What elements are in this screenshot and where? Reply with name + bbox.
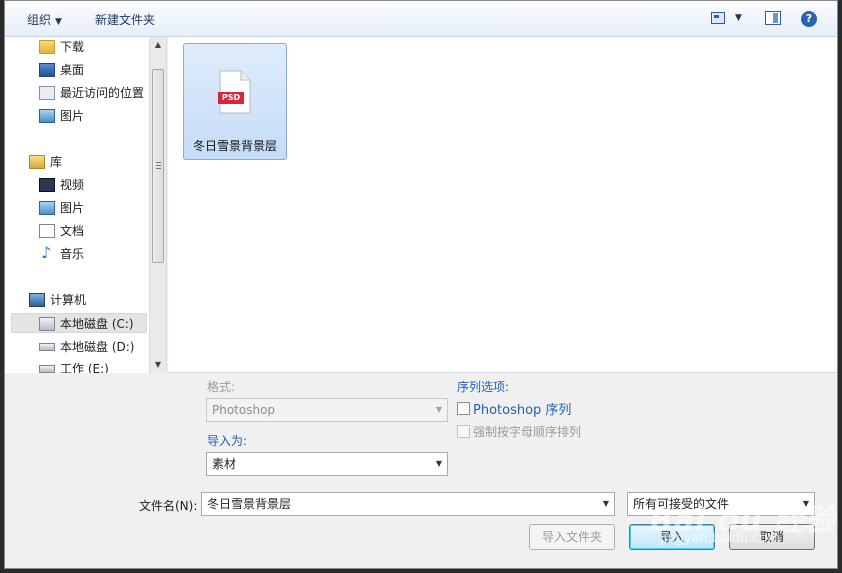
- scroll-up-icon[interactable]: ▲: [150, 37, 166, 53]
- computer-icon: [29, 293, 45, 307]
- view-options-chevron-icon[interactable]: ▼: [735, 13, 742, 23]
- chevron-down-icon: ▼: [55, 17, 62, 27]
- toolbar: 组织 ▼ 新建文件夹 ▼ ?: [5, 1, 837, 37]
- import-button[interactable]: 导入: [629, 524, 715, 550]
- file-item-psd[interactable]: PSD 冬日雪景背景层: [183, 43, 287, 160]
- scrollbar-thumb[interactable]: [152, 69, 164, 263]
- alphabetical-order-label: 强制按字母顺序排列: [473, 425, 582, 439]
- nav-item-documents[interactable]: 文档: [39, 221, 149, 241]
- nav-item-pictures-fav[interactable]: 图片: [39, 106, 149, 126]
- filename-input[interactable]: 冬日雪景背景层 ▼: [201, 492, 615, 516]
- file-list: PSD 冬日雪景背景层: [168, 37, 837, 373]
- import-as-select[interactable]: 素材 ▼: [206, 452, 448, 476]
- new-folder-button[interactable]: 新建文件夹: [95, 11, 155, 28]
- grip-icon: [156, 162, 161, 169]
- sequence-options-label: 序列选项:: [457, 380, 510, 394]
- format-label: 格式:: [207, 380, 236, 394]
- documents-icon: [39, 224, 55, 238]
- change-view-icon[interactable]: [711, 12, 725, 24]
- pictures-icon: [39, 201, 55, 215]
- preview-pane-icon[interactable]: [765, 11, 781, 25]
- navigation-pane: 下载 桌面 最近访问的位置 图片 库 视频 图片 文档 ♪ 音乐 计算机 本地磁…: [5, 37, 167, 373]
- nav-item-label: 库: [50, 155, 63, 169]
- photoshop-sequence-checkbox[interactable]: [457, 402, 470, 415]
- drive-icon: [39, 365, 55, 373]
- file-name: 冬日雪景背景层: [192, 139, 277, 153]
- nav-item-label: 下载: [60, 40, 85, 54]
- nav-item-videos[interactable]: 视频: [39, 175, 149, 195]
- nav-item-drive-d[interactable]: 本地磁盘 (D:): [39, 337, 149, 357]
- pictures-icon: [39, 109, 55, 123]
- chevron-down-icon: ▼: [802, 499, 809, 508]
- nav-item-label: 图片: [60, 201, 85, 215]
- chevron-down-icon: ▼: [435, 405, 442, 414]
- import-as-label: 导入为:: [207, 434, 248, 448]
- nav-item-label: 图片: [60, 109, 85, 123]
- nav-item-desktop[interactable]: 桌面: [39, 60, 149, 80]
- file-type-badge: PSD: [221, 93, 241, 102]
- libraries-icon: [29, 155, 45, 169]
- nav-item-label: 音乐: [60, 247, 85, 261]
- format-value: Photoshop: [212, 403, 276, 417]
- nav-scrollbar[interactable]: ▲ ▼: [149, 37, 166, 373]
- videos-icon: [39, 178, 55, 192]
- nav-item-drive-c[interactable]: 本地磁盘 (C:): [11, 313, 147, 333]
- downloads-folder-icon: [39, 40, 55, 54]
- filename-value: 冬日雪景背景层: [207, 497, 292, 511]
- nav-item-label: 文档: [60, 224, 85, 238]
- chevron-down-icon: ▼: [602, 499, 609, 508]
- chevron-down-icon: ▼: [435, 459, 442, 468]
- filename-label: 文件名(N):: [139, 499, 198, 513]
- nav-item-recent-places[interactable]: 最近访问的位置: [39, 83, 149, 103]
- nav-item-pictures-lib[interactable]: 图片: [39, 198, 149, 218]
- help-icon[interactable]: ?: [801, 11, 817, 27]
- import-file-dialog: 组织 ▼ 新建文件夹 ▼ ? 下载 桌面 最近访问的位置 图片 库 视频 图片 …: [4, 0, 838, 569]
- import-as-value: 素材: [212, 457, 237, 471]
- system-drive-icon: [39, 317, 55, 331]
- music-icon: [39, 243, 55, 263]
- drive-icon: [39, 343, 55, 351]
- organize-label: 组织: [27, 13, 52, 27]
- nav-item-drive-e[interactable]: 工作 (E:): [39, 359, 149, 373]
- organize-button[interactable]: 组织 ▼: [27, 11, 62, 28]
- nav-item-label: 视频: [60, 178, 85, 192]
- nav-item-label: 本地磁盘 (C:): [60, 317, 134, 331]
- cancel-button[interactable]: 取消: [729, 524, 815, 550]
- alphabetical-order-checkbox[interactable]: [457, 425, 470, 438]
- nav-item-label: 最近访问的位置: [60, 86, 145, 100]
- nav-item-label: 桌面: [60, 63, 85, 77]
- nav-item-label: 计算机: [50, 293, 87, 307]
- import-folder-button[interactable]: 导入文件夹: [529, 524, 615, 550]
- nav-item-downloads[interactable]: 下载: [39, 37, 149, 57]
- recent-places-icon: [39, 86, 55, 100]
- format-select[interactable]: Photoshop ▼: [206, 398, 448, 422]
- nav-item-label: 工作 (E:): [60, 362, 109, 373]
- nav-item-computer[interactable]: 计算机: [29, 290, 149, 310]
- filter-value: 所有可接受的文件: [633, 497, 730, 511]
- nav-item-libraries[interactable]: 库: [29, 152, 149, 172]
- photoshop-sequence-label: Photoshop 序列: [473, 403, 572, 418]
- file-type-filter[interactable]: 所有可接受的文件 ▼: [627, 492, 815, 516]
- scroll-down-icon[interactable]: ▼: [150, 357, 166, 373]
- nav-item-label: 本地磁盘 (D:): [60, 340, 135, 354]
- nav-item-music[interactable]: 音乐: [39, 243, 149, 264]
- desktop-icon: [39, 63, 55, 77]
